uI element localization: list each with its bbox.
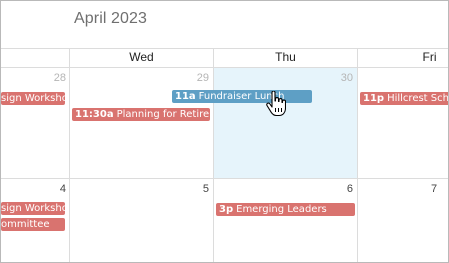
- day-number-30: 30: [340, 72, 353, 84]
- event-committee[interactable]: ommittee: [1, 218, 65, 231]
- grid-line: [357, 48, 358, 262]
- day-number-7: 7: [431, 183, 438, 195]
- event-title: Emerging Leaders: [236, 204, 327, 215]
- day-number-28: 28: [53, 72, 66, 84]
- event-design-workshop[interactable]: sign Workshop: [1, 92, 65, 105]
- event-time: 11:30a: [75, 109, 114, 120]
- day-number-4: 4: [59, 183, 66, 195]
- day-number-5: 5: [202, 183, 209, 195]
- calendar-title: April 2023: [74, 10, 148, 27]
- event-title: ommittee: [1, 219, 50, 230]
- event-hillcrest-school[interactable]: 11pHillcrest School: [360, 92, 448, 105]
- event-time: 11a: [175, 91, 196, 102]
- event-title: Planning for Retirement: [116, 109, 210, 120]
- event-emerging-leaders[interactable]: 3p Emerging Leaders: [216, 203, 355, 216]
- week-separator: [1, 178, 448, 179]
- day-number-6: 6: [346, 183, 353, 195]
- calendar-window: April 2023 e Wed Thu Fri 28 29 30 sign W…: [0, 0, 449, 263]
- weekday-header-fri: Fri: [422, 50, 437, 64]
- event-time: 11p: [363, 93, 385, 104]
- hand-pointer-icon: [266, 91, 286, 117]
- weekday-header-wed: Wed: [129, 50, 154, 64]
- weekday-header-thu: Thu: [275, 50, 296, 64]
- weekday-header-tue: e: [1, 50, 10, 66]
- event-fundraiser-lunch[interactable]: 11a Fundraiser Lunch: [172, 90, 312, 103]
- event-design-workshop[interactable]: sign Workshop: [1, 202, 65, 215]
- event-title: Hillcrest School: [387, 93, 448, 104]
- event-time: 3p: [219, 204, 234, 215]
- grid-line: [213, 48, 214, 262]
- event-planning-for-retirement[interactable]: 11:30aPlanning for Retirement: [72, 108, 210, 121]
- event-title: sign Workshop: [1, 203, 65, 214]
- grid-line: [69, 48, 70, 262]
- day-number-29: 29: [196, 72, 209, 84]
- event-title: sign Workshop: [1, 93, 65, 104]
